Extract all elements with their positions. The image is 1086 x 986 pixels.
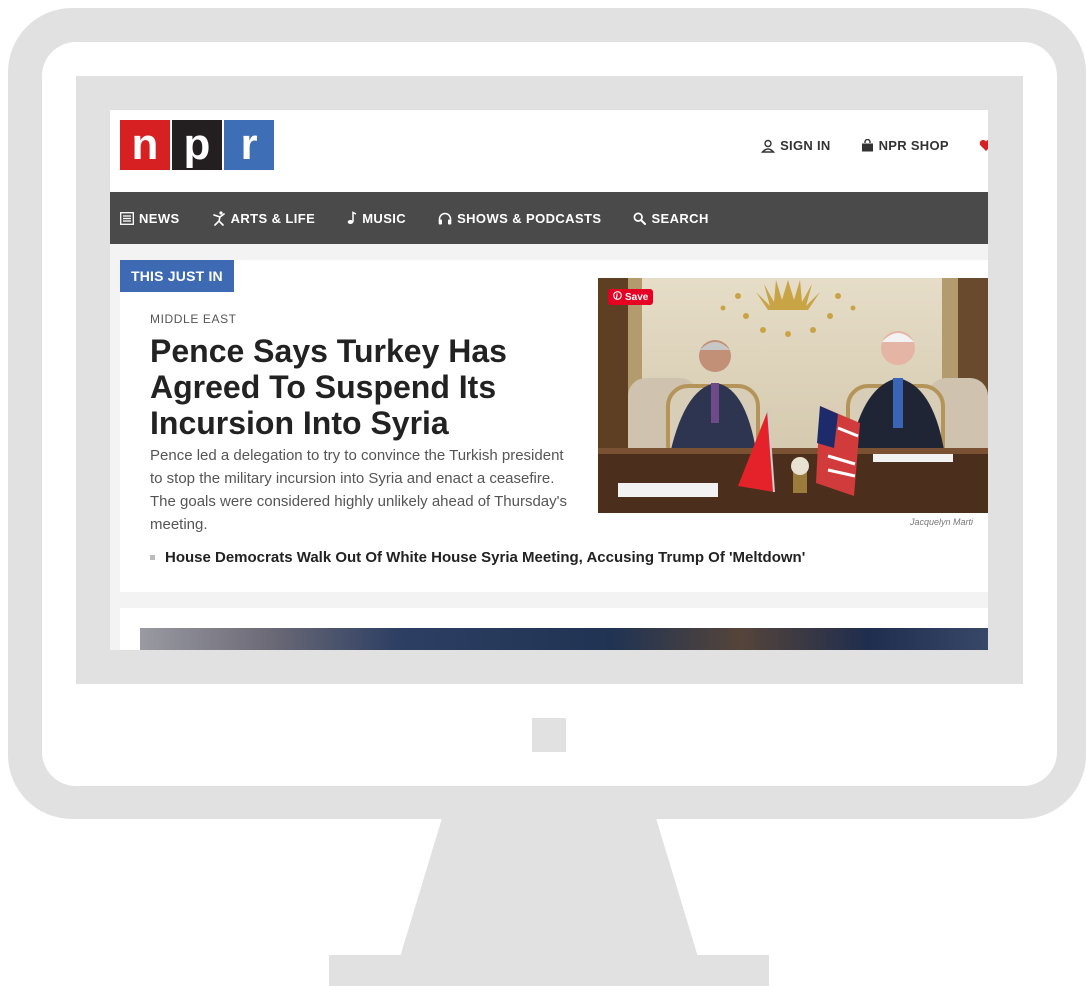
user-icon (761, 139, 776, 153)
dancer-icon (212, 210, 226, 226)
story-photo[interactable]: Save (598, 278, 988, 513)
nav-search-label: SEARCH (651, 210, 709, 226)
nav-news-label: NEWS (139, 210, 180, 226)
heart-icon (979, 139, 988, 152)
nav-arts-life-label: ARTS & LIFE (230, 210, 316, 226)
save-label: Save (625, 291, 649, 303)
related-story: House Democrats Walk Out Of White House … (150, 549, 805, 566)
browser-viewport: n p r SIGN IN NPR SHOP DO (110, 110, 988, 650)
main-navigation: NEWS ARTS & LIFE MUSIC SHOWS & PODCASTS … (110, 192, 988, 244)
npr-shop-label: NPR SHOP (878, 138, 949, 153)
search-icon (633, 212, 647, 225)
logo-letter-p: p (172, 120, 222, 170)
nav-news[interactable]: NEWS (120, 211, 180, 226)
sign-in-label: SIGN IN (780, 138, 831, 153)
story-headline[interactable]: Pence Says Turkey Has Agreed To Suspend … (150, 333, 590, 441)
nav-music[interactable]: MUSIC (347, 211, 406, 226)
logo-letter-r: r (224, 120, 274, 170)
nav-music-label: MUSIC (362, 210, 407, 226)
related-bullet (150, 555, 155, 560)
this-just-in-badge: THIS JUST IN (120, 260, 234, 292)
pinterest-icon (613, 291, 622, 303)
utility-links: SIGN IN NPR SHOP DO (761, 138, 988, 153)
nav-shows-podcasts-label: SHOWS & PODCASTS (457, 210, 602, 226)
donate-link[interactable]: DO (979, 138, 988, 153)
sign-in-link[interactable]: SIGN IN (761, 138, 831, 153)
npr-logo[interactable]: n p r (120, 120, 274, 170)
npr-shop-link[interactable]: NPR SHOP (861, 138, 949, 153)
nav-arts-life[interactable]: ARTS & LIFE (212, 211, 316, 226)
newspaper-icon (120, 211, 134, 225)
shopping-bag-icon (861, 139, 874, 152)
related-story-link[interactable]: House Democrats Walk Out Of White House … (165, 549, 805, 566)
photo-illustration (598, 278, 988, 513)
site-header: n p r SIGN IN NPR SHOP DO (110, 110, 988, 192)
headphones-icon (438, 212, 452, 225)
music-note-icon (347, 211, 357, 225)
second-story-photo[interactable] (140, 628, 988, 650)
section-label[interactable]: MIDDLE EAST (150, 312, 237, 326)
nav-search[interactable]: SEARCH (633, 211, 708, 226)
monitor-stand-base (329, 955, 769, 986)
logo-letter-n: n (120, 120, 170, 170)
monitor-logo-square (532, 718, 566, 752)
story-teaser[interactable]: Pence led a delegation to try to convinc… (150, 444, 580, 536)
nav-shows-podcasts[interactable]: SHOWS & PODCASTS (438, 211, 601, 226)
monitor-stand-neck (400, 819, 698, 957)
pinterest-save-button[interactable]: Save (608, 289, 654, 305)
lead-story-card: THIS JUST IN MIDDLE EAST Pence Says Turk… (120, 260, 988, 592)
second-story-card (120, 608, 988, 650)
photo-credit: Jacquelyn Marti (910, 517, 974, 527)
